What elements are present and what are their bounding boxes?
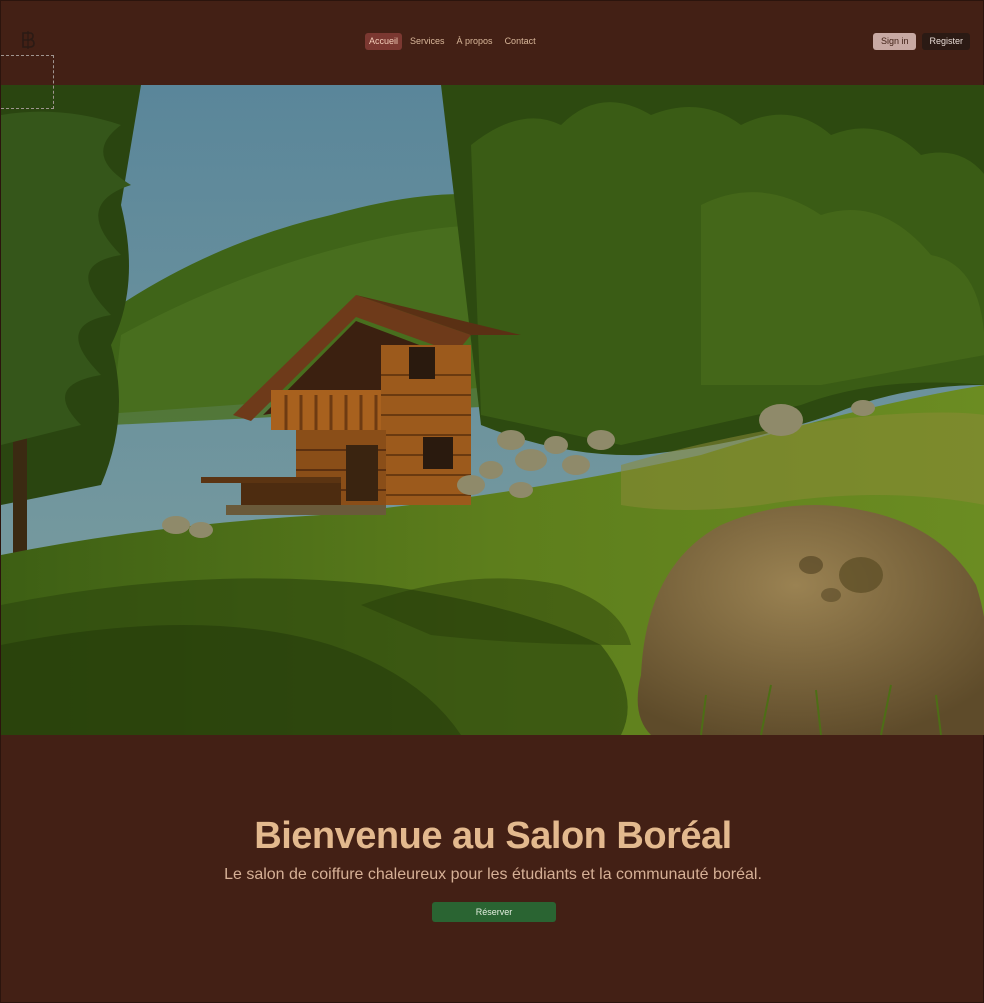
nav-item-accueil[interactable]: Accueil (365, 33, 403, 50)
site-header: Accueil Services À propos Contact Sign i… (1, 1, 984, 109)
logo-placeholder-frame (1, 55, 54, 109)
welcome-subtitle: Le salon de coiffure chaleureux pour les… (224, 866, 762, 883)
register-button[interactable]: Register (922, 33, 970, 50)
nav-item-a-propos[interactable]: À propos (453, 33, 497, 50)
reserve-button[interactable]: Réserver (432, 902, 556, 922)
welcome-section: Bienvenue au Salon Boréal Le salon de co… (1, 735, 984, 1003)
auth-buttons: Sign in Register (872, 33, 970, 50)
hero-image (1, 85, 984, 735)
sign-in-button[interactable]: Sign in (872, 33, 917, 50)
main-nav: Accueil Services À propos Contact (365, 33, 540, 50)
page: Accueil Services À propos Contact Sign i… (0, 0, 984, 1003)
welcome-title: Bienvenue au Salon Boréal (254, 815, 732, 857)
nav-item-services[interactable]: Services (406, 33, 449, 50)
boreal-logo-icon[interactable] (20, 31, 36, 49)
nav-item-contact[interactable]: Contact (501, 33, 540, 50)
